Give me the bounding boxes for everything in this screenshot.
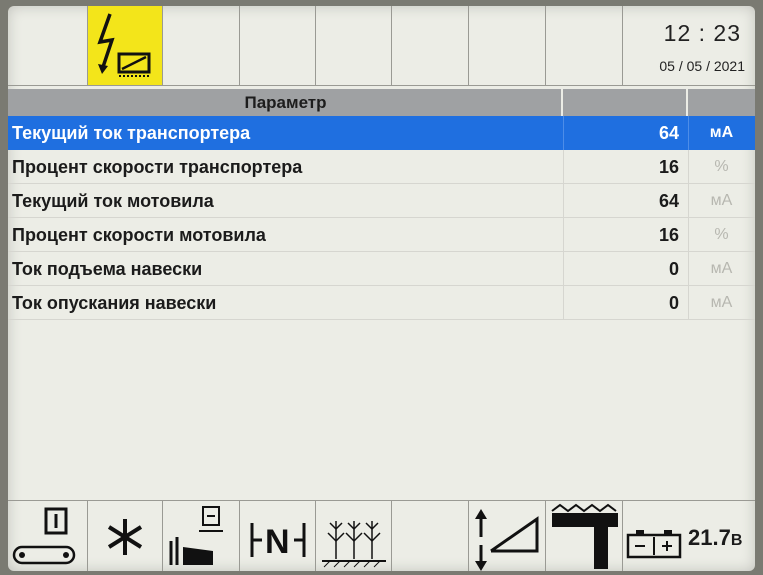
battery-icon (626, 530, 682, 559)
top-slot-empty[interactable] (163, 6, 240, 86)
row-divider (563, 286, 564, 320)
row-label: Процент скорости транспортера (12, 157, 303, 177)
row-unit: мА (710, 260, 733, 277)
lightning-calibration-icon (97, 13, 151, 77)
row-label: Ток опускания навески (12, 293, 217, 313)
battery-voltage: 21.7В (688, 525, 742, 551)
bottom-button-unloader[interactable] (163, 501, 240, 571)
top-slot-empty[interactable] (240, 6, 316, 86)
bottom-toolbar: N 21.7В (8, 500, 755, 571)
bottom-button-conveyor[interactable] (8, 501, 88, 571)
bottom-button-header-height[interactable] (546, 501, 623, 571)
row-label: Текущий ток мотовила (12, 191, 214, 211)
row-divider (563, 150, 564, 184)
crop-row-icon (322, 521, 386, 568)
svg-text:N: N (265, 523, 290, 561)
row-unit: % (714, 226, 729, 243)
bottom-slot-empty[interactable] (392, 501, 469, 571)
grain-unloader-icon (169, 506, 223, 565)
row-value: 0 (668, 259, 679, 279)
row-label: Текущий ток транспортера (12, 123, 251, 143)
row-label: Процент скорости мотовила (12, 225, 266, 245)
row-unit: мА (710, 294, 733, 311)
row-divider (563, 252, 564, 286)
row-unit: мА (710, 192, 733, 209)
bottom-button-fan[interactable] (88, 501, 163, 571)
header-height-icon (551, 503, 618, 569)
row-unit: % (714, 158, 729, 175)
table-row[interactable]: Ток подъема навески 0 мА (8, 252, 755, 286)
clock-panel: 12 : 23 05 / 05 / 2021 (623, 6, 755, 86)
header-lift-icon (475, 509, 539, 571)
row-value: 0 (668, 293, 679, 313)
top-slot-empty[interactable] (469, 6, 546, 86)
bottom-button-crop[interactable] (316, 501, 392, 571)
row-divider (563, 218, 564, 252)
table-row[interactable]: Ток опускания навески 0 мА (8, 286, 755, 320)
table-row[interactable]: Процент скорости мотовила 16 % (8, 218, 755, 252)
row-divider (563, 116, 564, 150)
top-tab-electric-calibration[interactable] (88, 6, 163, 86)
battery-voltage-value: 21.7 (688, 525, 731, 550)
row-value: 64 (658, 123, 679, 143)
row-label: Ток подъема навески (12, 259, 203, 279)
row-divider (563, 184, 564, 218)
top-toolbar: 12 : 23 05 / 05 / 2021 (8, 6, 755, 88)
top-slot-blank (8, 6, 88, 86)
conveyor-icon (12, 507, 76, 565)
clock-date: 05 / 05 / 2021 (659, 58, 745, 74)
row-value: 16 (658, 157, 679, 177)
neutral-gear-icon: N (250, 523, 306, 561)
clock-time: 12 : 23 (663, 20, 741, 46)
header-value-col (563, 89, 688, 116)
table-row[interactable]: Процент скорости транспортера 16 % (8, 150, 755, 184)
row-value: 64 (658, 191, 679, 211)
top-slot-empty[interactable] (316, 6, 392, 86)
display-screen: 12 : 23 05 / 05 / 2021 Параметр Текущий … (8, 6, 755, 571)
table-row[interactable]: Текущий ток мотовила 64 мА (8, 184, 755, 218)
table-header: Параметр (8, 89, 755, 116)
row-unit: мА (709, 124, 734, 141)
fan-asterisk-icon (107, 519, 143, 555)
bottom-button-neutral[interactable]: N (240, 501, 316, 571)
battery-voltage-unit: В (730, 532, 743, 549)
table-row-selected[interactable]: Текущий ток транспортера 64 мА (8, 116, 755, 150)
header-parameter-label: Параметр (244, 93, 327, 112)
row-value: 16 (658, 225, 679, 245)
bottom-button-header-lift[interactable] (469, 501, 546, 571)
top-slot-empty[interactable] (546, 6, 623, 86)
top-slot-empty[interactable] (392, 6, 469, 86)
